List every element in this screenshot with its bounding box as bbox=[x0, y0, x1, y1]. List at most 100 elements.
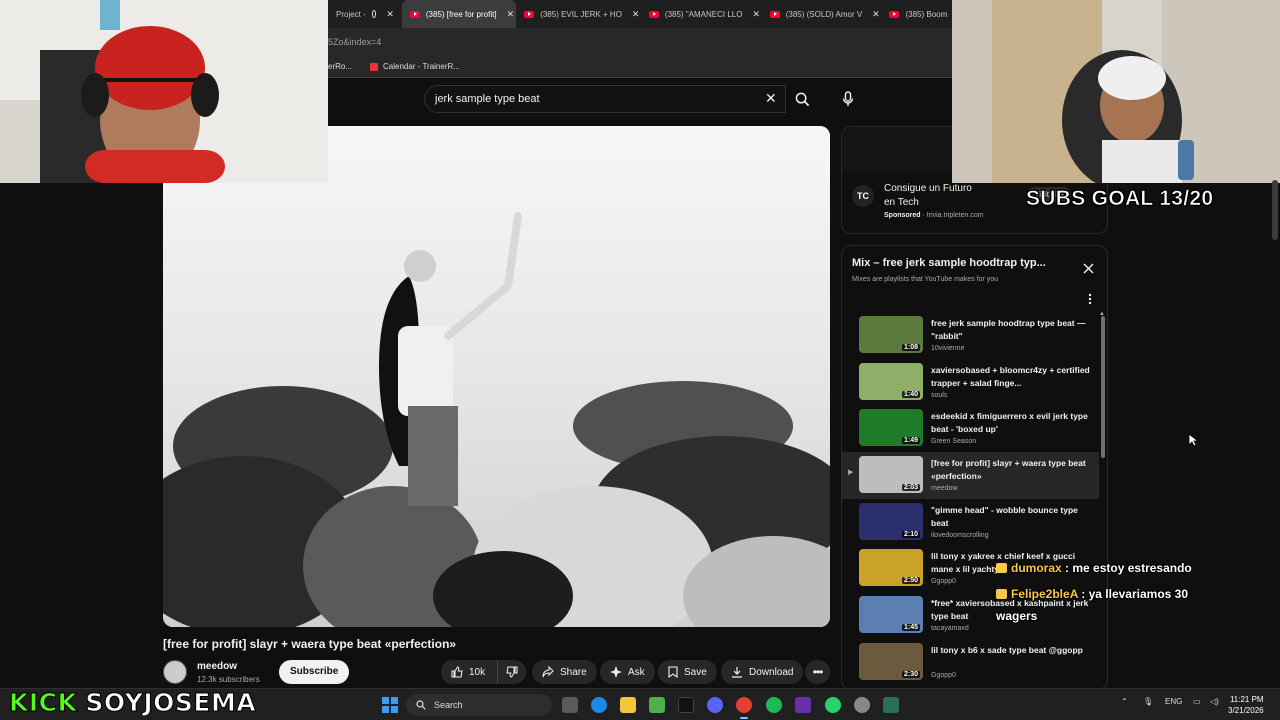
tab-amaneci[interactable]: (385) "AMANECI LLO ✕ bbox=[641, 0, 762, 28]
tab-amor[interactable]: (385) (SOLD) Amor V ✕ bbox=[762, 0, 882, 28]
tiktok-icon[interactable] bbox=[678, 697, 694, 713]
playlist-thumbnail[interactable]: 2:03 bbox=[859, 456, 923, 494]
edge-icon[interactable] bbox=[591, 697, 607, 713]
search-button[interactable] bbox=[786, 85, 818, 113]
playlist-item[interactable]: 2:30 lil tony x b6 x sade type beat @ggop… bbox=[842, 639, 1099, 686]
subscribe-button[interactable]: Subscribe bbox=[279, 660, 350, 684]
mouse-cursor-icon bbox=[1188, 433, 1198, 447]
mix-playlist-panel: Mix – free jerk sample hoodtrap typ... M… bbox=[841, 245, 1108, 690]
windows-start-button[interactable] bbox=[382, 697, 398, 713]
download-button[interactable]: Download bbox=[721, 660, 804, 684]
settings-icon[interactable] bbox=[854, 697, 870, 713]
playlist-scrollbar[interactable] bbox=[1101, 316, 1105, 458]
close-tab-icon[interactable]: ✕ bbox=[386, 9, 394, 20]
taskbar-search[interactable]: Search bbox=[406, 694, 552, 716]
playlist-item[interactable]: ▶ 2:03 [free for profit] slayr + waera typ… bbox=[842, 452, 1099, 499]
browser-tab-bar: Project - ✕ (385) [free for profit] ✕ (3… bbox=[328, 0, 952, 28]
playlist-item[interactable]: 1:08 free jerk sample hoodtrap type beat … bbox=[842, 312, 1099, 359]
volume-icon[interactable]: ◁) bbox=[1210, 697, 1219, 706]
close-tab-icon[interactable]: ✕ bbox=[752, 9, 760, 20]
webcam-right-frame bbox=[952, 0, 1280, 183]
playlist-item-title[interactable]: [free for profit] slayr + waera type bea… bbox=[931, 457, 1091, 483]
close-playlist-button[interactable] bbox=[1083, 261, 1094, 279]
playlist-thumbnail[interactable]: 1:45 bbox=[859, 596, 923, 634]
discord-icon[interactable] bbox=[707, 697, 723, 713]
playlist-item-title[interactable]: esdeekid x fimiguerrero x evil jerk type… bbox=[931, 410, 1091, 436]
mix-title[interactable]: Mix – free jerk sample hoodtrap typ... bbox=[852, 257, 1077, 269]
dislike-button[interactable] bbox=[497, 660, 526, 684]
terminal-icon[interactable] bbox=[883, 697, 899, 713]
playlist-thumbnail[interactable]: 1:49 bbox=[859, 409, 923, 447]
video-duration: 2:10 bbox=[901, 530, 920, 538]
chrome-icon[interactable] bbox=[736, 697, 752, 719]
ad-meta: Sponsored · trivia.tripleten.com bbox=[884, 212, 984, 219]
microphone-tray-icon[interactable]: 🎙 bbox=[1143, 697, 1153, 706]
more-actions-button[interactable]: ••• bbox=[805, 660, 830, 684]
tab-boom[interactable]: (385) Boom bbox=[881, 0, 952, 28]
mix-subtitle: Mixes are playlists that YouTube makes f… bbox=[852, 276, 999, 283]
task-view-icon[interactable] bbox=[562, 697, 578, 713]
store-icon[interactable] bbox=[649, 697, 665, 713]
chat-message: dumorax : me estoy estresando bbox=[996, 561, 1192, 575]
playlist-item-channel: Ggopp0 bbox=[931, 578, 956, 586]
chat-text: : ya llevariamos 30 bbox=[1081, 587, 1188, 601]
clear-search-icon[interactable]: ✕ bbox=[765, 91, 777, 105]
bookmark-first[interactable]: erRo... bbox=[328, 62, 352, 71]
playlist-item[interactable]: 2:10 "gimme head" - wobble bounce type be… bbox=[842, 499, 1099, 546]
playlist-item-channel: Ggopp0 bbox=[931, 671, 956, 679]
channel-name[interactable]: meedow bbox=[197, 661, 237, 672]
video-player[interactable] bbox=[163, 126, 830, 627]
save-label: Save bbox=[684, 666, 707, 678]
address-bar[interactable]: 5Zo&index=4 bbox=[328, 28, 952, 56]
search-input[interactable]: jerk sample type beat bbox=[424, 85, 786, 113]
premiere-icon[interactable] bbox=[795, 697, 811, 713]
tab-current-video[interactable]: (385) [free for profit] ✕ bbox=[401, 0, 517, 28]
tray-chevron-icon[interactable]: ⌃ bbox=[1121, 697, 1128, 706]
playlist-item-title[interactable]: lil tony x b6 x sade type beat @ggopp bbox=[931, 644, 1091, 657]
close-tab-icon[interactable]: ✕ bbox=[632, 9, 640, 20]
language-indicator[interactable]: ENG bbox=[1165, 697, 1182, 706]
tab-project[interactable]: Project - ✕ bbox=[328, 0, 402, 28]
kick-banner: KICK SOYJOSEMA bbox=[8, 688, 256, 718]
playlist-thumbnail[interactable]: 1:40 bbox=[859, 362, 923, 400]
playlist-thumbnail[interactable]: 2:10 bbox=[859, 502, 923, 540]
playlist-menu-button[interactable] bbox=[1088, 292, 1092, 310]
close-tab-icon[interactable]: ✕ bbox=[507, 9, 515, 20]
video-title: [free for profit] slayr + waera type bea… bbox=[163, 637, 457, 651]
ad-title[interactable]: Consigue un Futuro en Tech bbox=[884, 182, 984, 210]
playlist-item-title[interactable]: free jerk sample hoodtrap type beat — "r… bbox=[931, 317, 1091, 343]
file-explorer-icon[interactable] bbox=[620, 697, 636, 713]
channel-avatar[interactable] bbox=[163, 660, 187, 684]
taskbar-clock[interactable]: 11:21 PM 3/21/2026 bbox=[1228, 694, 1264, 716]
bookmarks-bar: erRo... Calendar - TrainerR... bbox=[328, 56, 952, 78]
bookmark-calendar[interactable]: Calendar - TrainerR... bbox=[370, 62, 460, 71]
page-scrollbar[interactable] bbox=[1272, 180, 1278, 240]
playlist-item-channel: ilovedoomscrolling bbox=[931, 531, 989, 539]
close-tab-icon[interactable]: ✕ bbox=[872, 9, 880, 20]
playlist-item[interactable]: 1:49 esdeekid x fimiguerrero x evil jerk … bbox=[842, 405, 1099, 452]
tab-evil-jerk[interactable]: (385) EVIL JERK + HO ✕ bbox=[516, 0, 641, 28]
search-query: jerk sample type beat bbox=[435, 93, 540, 105]
share-button[interactable]: Share bbox=[532, 660, 597, 684]
like-button[interactable]: 10k bbox=[441, 660, 497, 684]
playlist-item[interactable]: 1:40 xaviersobased + bloomcr4zy + certifi… bbox=[842, 359, 1099, 406]
thumbs-up-icon bbox=[451, 666, 463, 678]
network-icon[interactable]: ▭ bbox=[1193, 697, 1201, 706]
video-duration: 1:45 bbox=[901, 624, 920, 632]
save-button[interactable]: Save bbox=[658, 660, 717, 684]
ask-button[interactable]: Ask bbox=[600, 660, 655, 684]
share-icon bbox=[542, 666, 554, 678]
playlist-thumbnail[interactable]: 2:30 bbox=[859, 642, 923, 680]
tab-label: Project - bbox=[336, 9, 366, 19]
kick-logo: KICK bbox=[8, 688, 78, 718]
playlist-thumbnail[interactable]: 2:50 bbox=[859, 549, 923, 587]
video-duration: 2:30 bbox=[901, 670, 920, 678]
playlist-item-title[interactable]: xaviersobased + bloomcr4zy + certified t… bbox=[931, 364, 1091, 390]
playlist-item-title[interactable]: "gimme head" - wobble bounce type beat bbox=[931, 504, 1091, 530]
calendar-icon bbox=[370, 62, 379, 71]
voice-search-button[interactable] bbox=[832, 85, 864, 113]
spotify-icon[interactable] bbox=[766, 697, 782, 713]
whatsapp-icon[interactable] bbox=[825, 697, 841, 713]
playlist-thumbnail[interactable]: 1:08 bbox=[859, 316, 923, 353]
tab-label: (385) EVIL JERK + HO bbox=[540, 9, 622, 19]
